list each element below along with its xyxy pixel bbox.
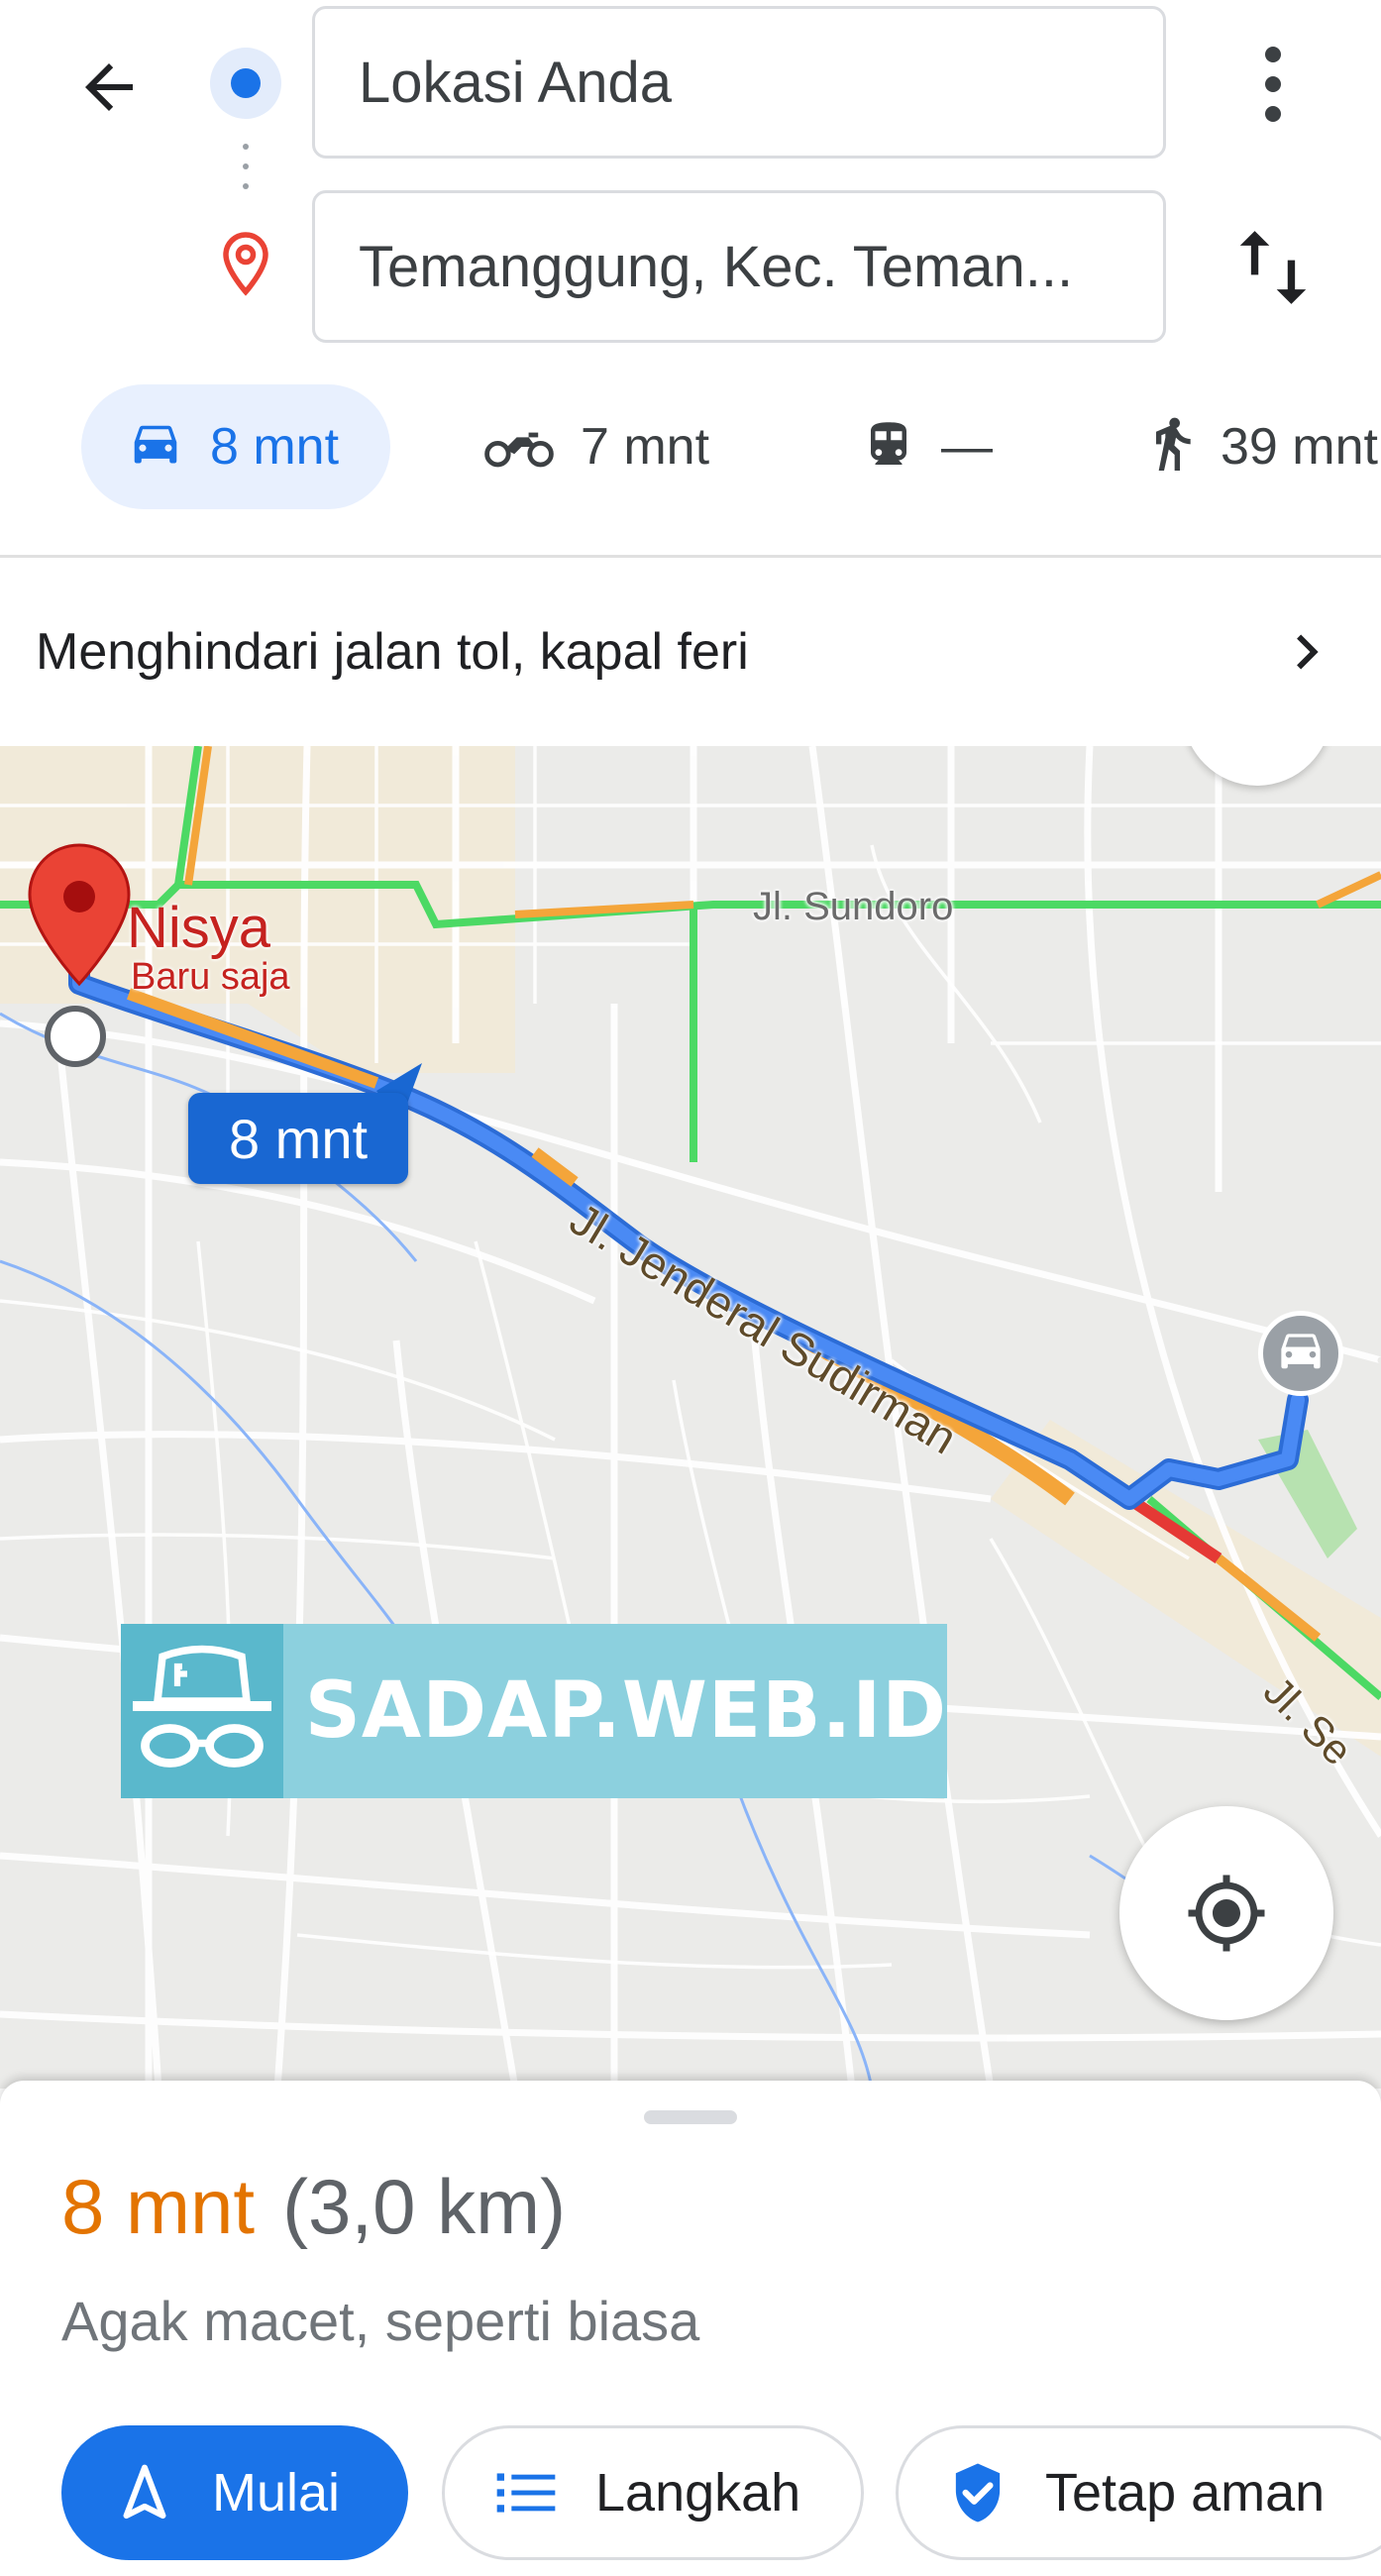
list-icon <box>496 2471 556 2515</box>
train-icon <box>862 417 915 477</box>
travel-mode-tabs: 8 mnt 7 mnt — 39 mnt <box>0 384 1381 513</box>
destination-car-marker[interactable] <box>1258 1311 1343 1396</box>
destination-field[interactable]: Temanggung, Kec. Teman... <box>312 190 1166 343</box>
watermark: SADAP.WEB.ID <box>121 1624 947 1798</box>
route-summary: 8 mnt (3,0 km) <box>61 2162 566 2252</box>
tab-motorcycle-label: 7 mnt <box>581 418 710 476</box>
route-connector-dots <box>242 144 250 203</box>
swap-vertical-icon <box>1239 231 1307 304</box>
map-view[interactable]: Nisya Baru saja 8 mnt Jl. Sundoro Jl. Je… <box>0 746 1381 2089</box>
my-location-icon <box>1188 1875 1265 1952</box>
watermark-text: SADAP.WEB.ID <box>304 1666 947 1756</box>
drag-handle[interactable] <box>644 2110 737 2124</box>
route-options-row[interactable]: Menghindari jalan tol, kapal feri <box>0 558 1381 746</box>
steps-button[interactable]: Langkah <box>442 2425 864 2560</box>
car-icon <box>1281 1334 1321 1369</box>
motorcycle-icon <box>483 425 555 469</box>
pin-subtitle-label: Baru saja <box>131 956 290 998</box>
start-button-label: Mulai <box>212 2463 341 2522</box>
tab-transit-label: — <box>941 418 993 476</box>
tab-walking-label: 39 mnt <box>1221 418 1378 476</box>
walk-icon <box>1149 415 1195 479</box>
swap-button[interactable] <box>1228 220 1318 315</box>
chevron-right-icon <box>1297 634 1319 670</box>
back-button[interactable] <box>61 40 157 135</box>
steps-button-label: Langkah <box>595 2463 801 2522</box>
route-summary-sheet: 8 mnt (3,0 km) Agak macet, seperti biasa … <box>0 2081 1381 2576</box>
tab-driving-label: 8 mnt <box>210 418 340 476</box>
tab-driving[interactable]: 8 mnt <box>81 384 390 509</box>
car-icon <box>127 421 184 473</box>
more-options-button[interactable] <box>1238 40 1308 129</box>
traffic-status: Agak macet, seperti biasa <box>61 2290 700 2352</box>
spy-hat-glasses-icon <box>121 1624 283 1798</box>
road-label-sundoro: Jl. Sundoro <box>753 885 954 928</box>
stay-safe-button-label: Tetap aman <box>1045 2463 1326 2522</box>
tab-transit[interactable]: — <box>862 384 993 509</box>
origin-field[interactable]: Lokasi Anda <box>312 6 1166 159</box>
route-distance: (3,0 km) <box>282 2163 567 2250</box>
destination-pin-icon <box>216 230 275 299</box>
stay-safe-button[interactable]: Tetap aman <box>896 2425 1381 2560</box>
eta-bubble[interactable]: 8 mnt <box>188 1093 408 1184</box>
pin-name-label: Nisya <box>127 896 271 960</box>
tab-walking[interactable]: 39 mnt <box>1149 384 1378 509</box>
navigation-arrow-icon <box>117 2463 172 2522</box>
origin-dot-icon <box>210 48 281 119</box>
my-location-button[interactable] <box>1119 1806 1333 2020</box>
start-button[interactable]: Mulai <box>61 2425 408 2560</box>
tab-motorcycle[interactable]: 7 mnt <box>483 384 709 509</box>
shield-check-icon <box>950 2461 1006 2524</box>
route-options-label: Menghindari jalan tol, kapal feri <box>36 623 749 681</box>
route-duration: 8 mnt <box>61 2163 256 2250</box>
arrow-back-icon <box>85 63 133 111</box>
